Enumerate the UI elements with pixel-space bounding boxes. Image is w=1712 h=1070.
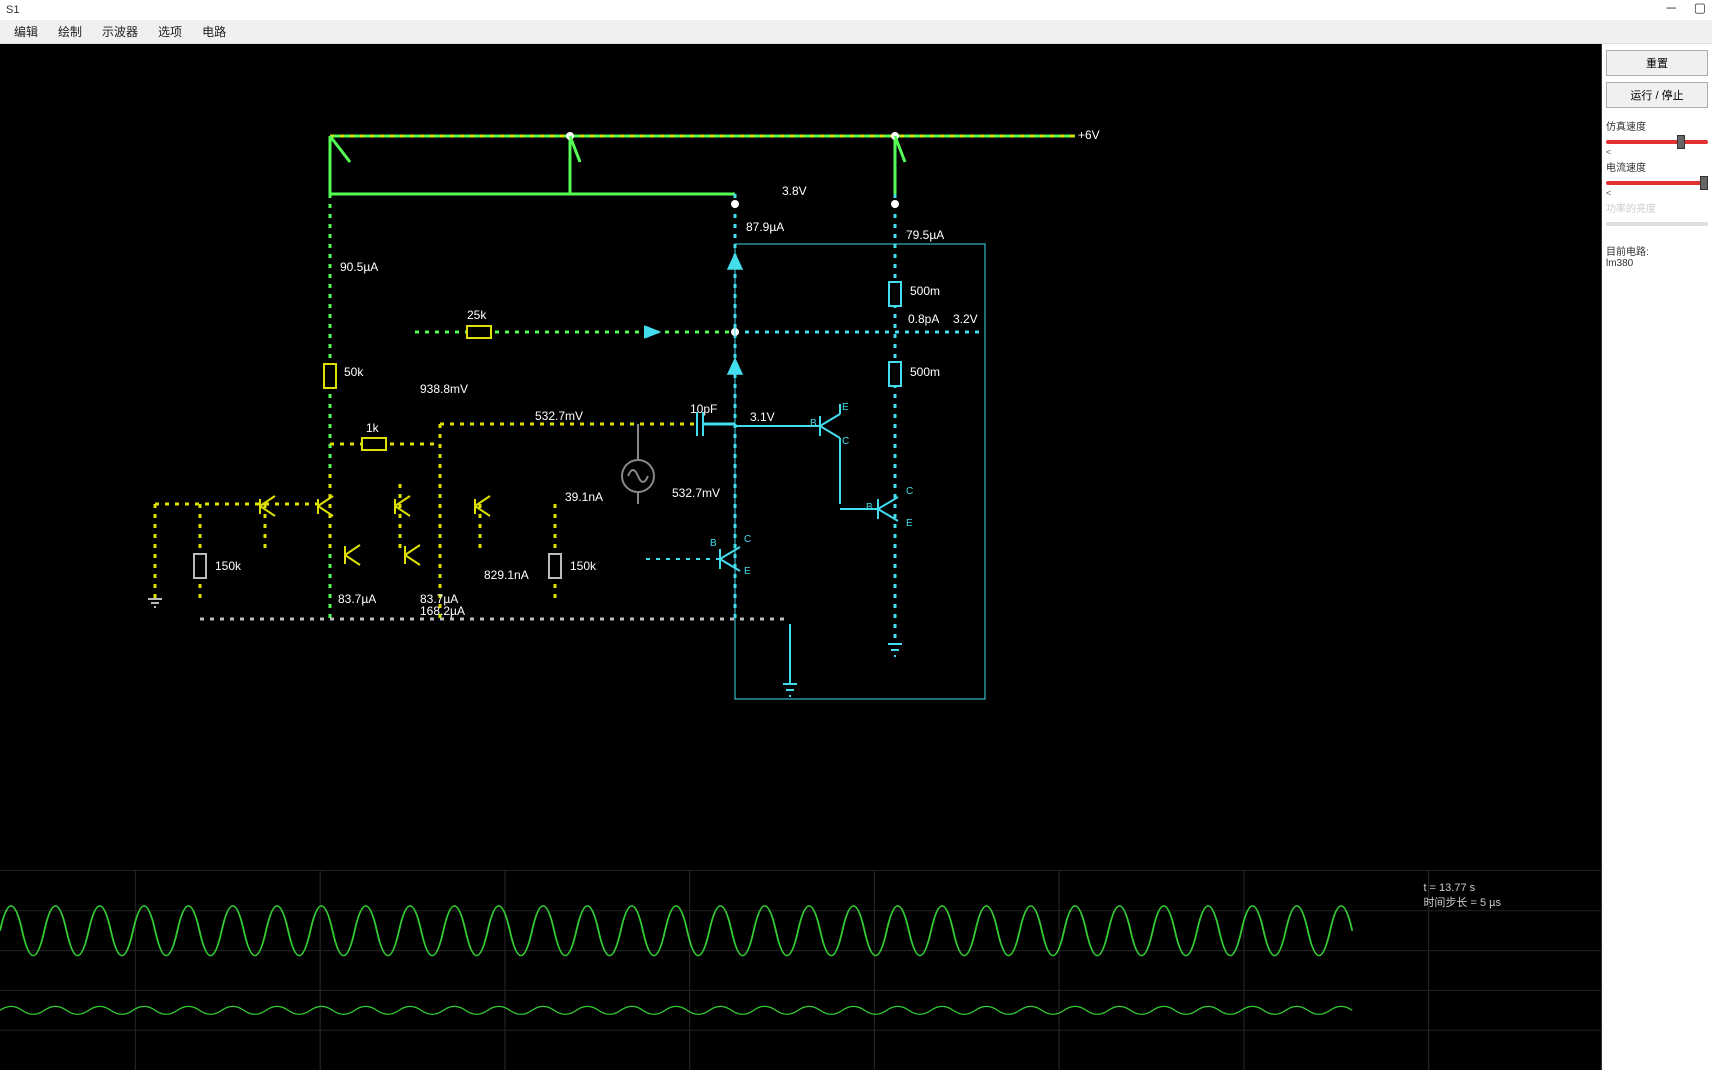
menu-draw[interactable]: 绘制 bbox=[48, 20, 92, 43]
simspeed-slider[interactable]: < bbox=[1606, 135, 1708, 149]
label-voltage-3.1v: 3.1V bbox=[750, 410, 775, 424]
label-cap-10pf: 10pF bbox=[690, 402, 717, 416]
powerbright-slider bbox=[1606, 217, 1708, 231]
curspeed-label: 电流速度 bbox=[1606, 159, 1708, 174]
app-title: S1 bbox=[6, 4, 19, 16]
curspeed-slider[interactable]: < bbox=[1606, 176, 1708, 190]
label-voltage-3.8v: 3.8V bbox=[782, 184, 807, 198]
powerbright-label: 功率的亮度 bbox=[1606, 200, 1708, 215]
scope-step: 时间步长 = 5 µs bbox=[1423, 896, 1501, 911]
oscilloscope[interactable]: t = 13.77 s 时间步长 = 5 µs bbox=[0, 870, 1601, 1070]
control-panel: 重置 运行 / 停止 仿真速度 < 电流速度 < 功率的亮度 目前电路: lm3… bbox=[1602, 44, 1712, 1070]
pin-c3: C bbox=[744, 534, 751, 545]
minimize-icon[interactable]: ─ bbox=[1666, 0, 1675, 16]
label-current-168.2ua: 168.2µA bbox=[420, 604, 465, 618]
label-resistor-500m-a: 500m bbox=[910, 284, 940, 298]
label-current-87.9ua: 87.9µA bbox=[746, 220, 784, 234]
titlebar: S1 ─ ▢ bbox=[0, 0, 1712, 20]
current-circuit-label: 目前电路: bbox=[1606, 243, 1708, 258]
scope-time: t = 13.77 s bbox=[1423, 881, 1501, 896]
scope-readout: t = 13.77 s 时间步长 = 5 µs bbox=[1423, 881, 1501, 912]
label-current-829.1na: 829.1nA bbox=[484, 568, 529, 582]
pin-b1: B bbox=[810, 418, 817, 429]
menu-edit[interactable]: 编辑 bbox=[4, 20, 48, 43]
simspeed-label: 仿真速度 bbox=[1606, 118, 1708, 133]
label-voltage-532.7mv-a: 532.7mV bbox=[535, 409, 583, 423]
label-voltage-6v: +6V bbox=[1078, 128, 1100, 142]
pin-c1: C bbox=[842, 436, 849, 447]
label-current-0.8pa: 0.8pA bbox=[908, 312, 939, 326]
circuit-canvas[interactable]: +6V 3.8V 87.9µA 79.5µA 90.5µA 500m 500m … bbox=[0, 44, 1602, 1070]
pin-e2: E bbox=[906, 518, 913, 529]
reset-button[interactable]: 重置 bbox=[1606, 50, 1708, 76]
run-stop-button[interactable]: 运行 / 停止 bbox=[1606, 82, 1708, 108]
pin-e1: E bbox=[842, 402, 849, 413]
pin-b2: B bbox=[866, 502, 873, 513]
label-voltage-938.8mv: 938.8mV bbox=[420, 382, 468, 396]
label-resistor-150k-a: 150k bbox=[215, 559, 241, 573]
label-resistor-150k-b: 150k bbox=[570, 559, 596, 573]
label-current-39.1na: 39.1nA bbox=[565, 490, 603, 504]
pin-c2: C bbox=[906, 486, 913, 497]
menubar: 编辑 绘制 示波器 选项 电路 bbox=[0, 20, 1712, 44]
current-circuit-name: lm380 bbox=[1606, 258, 1708, 269]
label-resistor-1k: 1k bbox=[366, 421, 379, 435]
label-voltage-532.7mv-b: 532.7mV bbox=[672, 486, 720, 500]
label-current-79.5ua: 79.5µA bbox=[906, 228, 944, 242]
menu-scope[interactable]: 示波器 bbox=[92, 20, 148, 43]
schematic-svg bbox=[0, 44, 1300, 704]
pin-e3: E bbox=[744, 566, 751, 577]
label-voltage-3.2v: 3.2V bbox=[953, 312, 978, 326]
maximize-icon[interactable]: ▢ bbox=[1694, 0, 1706, 16]
window-controls: ─ ▢ bbox=[1666, 0, 1706, 16]
pin-b3: B bbox=[710, 538, 717, 549]
label-current-83.7ua-a: 83.7µA bbox=[338, 592, 376, 606]
label-resistor-25k: 25k bbox=[467, 308, 486, 322]
menu-options[interactable]: 选项 bbox=[148, 20, 192, 43]
label-current-90.5ua: 90.5µA bbox=[340, 260, 378, 274]
label-resistor-50k: 50k bbox=[344, 365, 363, 379]
menu-circuit[interactable]: 电路 bbox=[192, 20, 236, 43]
label-resistor-500m-b: 500m bbox=[910, 365, 940, 379]
